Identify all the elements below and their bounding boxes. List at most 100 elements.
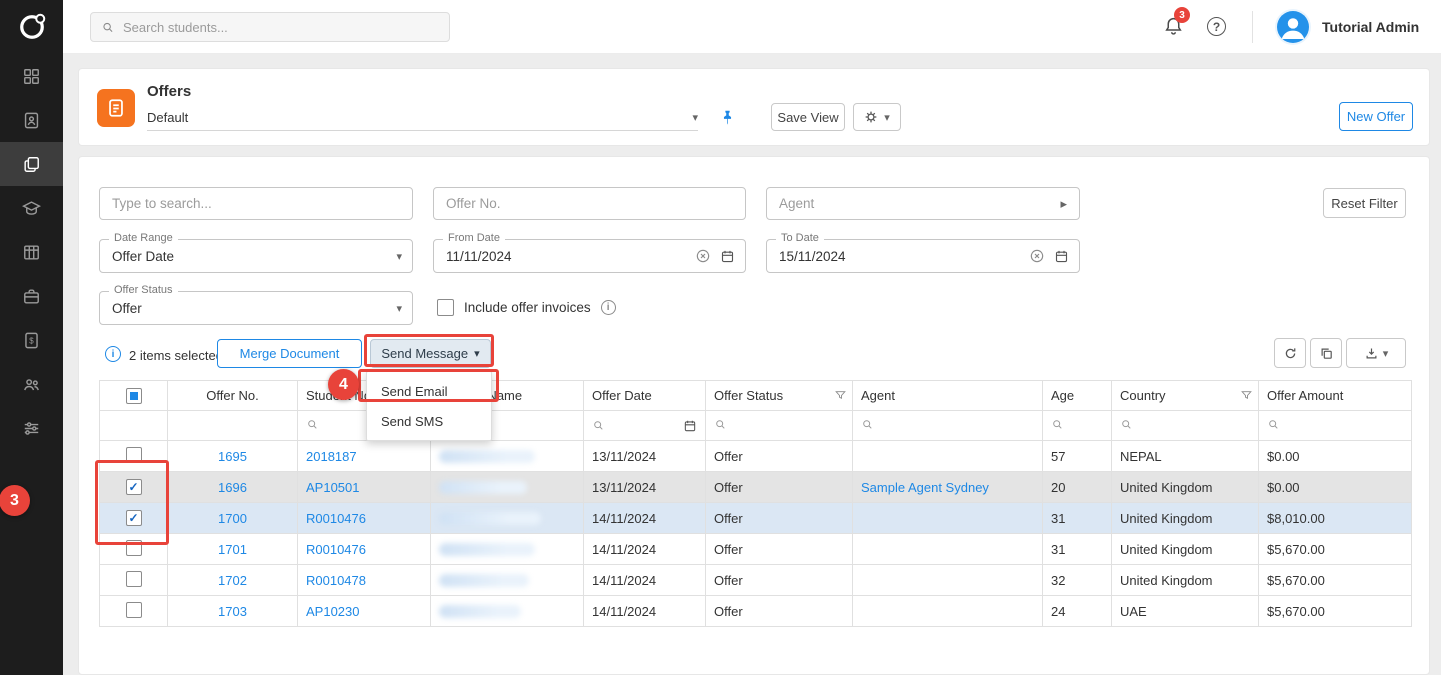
grid-search-input[interactable] <box>99 187 413 220</box>
search-icon <box>1267 418 1280 431</box>
country-cell: NEPAL <box>1112 441 1259 472</box>
col-country-label: Country <box>1120 388 1166 403</box>
student-no-link[interactable]: R0010478 <box>306 573 366 588</box>
select-all-checkbox[interactable] <box>126 388 142 404</box>
offer-no-link[interactable]: 1695 <box>218 449 247 464</box>
include-offer-invoices-label: Include offer invoices <box>464 300 591 315</box>
offer-status-select[interactable]: Offer Status Offer ▾ <box>99 291 413 325</box>
help-button[interactable]: ? <box>1207 17 1226 36</box>
student-name-redacted <box>439 543 535 556</box>
from-date-field[interactable]: From Date 11/11/2024 <box>433 239 746 273</box>
filter-offer-date[interactable] <box>584 411 706 441</box>
agent-select-placeholder: Agent <box>779 196 814 211</box>
filter-country[interactable] <box>1112 411 1259 441</box>
offer-date-cell: 14/11/2024 <box>584 534 706 565</box>
row-checkbox[interactable]: ✓ <box>126 510 142 526</box>
filter-offer-no[interactable] <box>168 411 298 441</box>
sidebar-item-courses[interactable] <box>0 186 63 230</box>
student-name-redacted <box>439 481 527 494</box>
sidebar-item-agents[interactable] <box>0 362 63 406</box>
merge-document-button[interactable]: Merge Document <box>217 339 362 368</box>
filter-offer-amount[interactable] <box>1259 411 1412 441</box>
col-agent[interactable]: Agent <box>853 381 1043 411</box>
offer-no-link[interactable]: 1702 <box>218 573 247 588</box>
offer-date-cell: 14/11/2024 <box>584 503 706 534</box>
filter-offer-status[interactable] <box>706 411 853 441</box>
table-row[interactable]: 1702R001047814/11/2024Offer32United King… <box>100 565 1412 596</box>
send-message-menu: Send Email Send SMS <box>366 371 492 441</box>
filter-agent[interactable] <box>853 411 1043 441</box>
refresh-icon <box>1283 346 1298 361</box>
calendar-icon[interactable] <box>720 249 735 264</box>
offer-no-input[interactable] <box>433 187 746 220</box>
sidebar-item-invoices[interactable]: $ <box>0 318 63 362</box>
to-date-field[interactable]: To Date 15/11/2024 <box>766 239 1080 273</box>
reset-filter-button[interactable]: Reset Filter <box>1323 188 1406 218</box>
row-checkbox[interactable] <box>126 447 142 463</box>
sidebar-item-offers[interactable] <box>0 142 63 186</box>
menu-item-send-sms[interactable]: Send SMS <box>367 406 491 436</box>
filter-icon[interactable] <box>1240 389 1253 402</box>
col-offer-no[interactable]: Offer No. <box>168 381 298 411</box>
table-row[interactable]: 1701R001047614/11/2024Offer31United King… <box>100 534 1412 565</box>
from-date-value: 11/11/2024 <box>446 240 512 272</box>
age-cell: 24 <box>1043 596 1112 627</box>
view-settings-button[interactable]: ▾ <box>853 103 901 131</box>
avatar[interactable] <box>1277 11 1309 43</box>
col-offer-date[interactable]: Offer Date <box>584 381 706 411</box>
table-columns-icon <box>22 243 41 262</box>
row-checkbox[interactable] <box>126 540 142 556</box>
col-offer-status[interactable]: Offer Status <box>706 381 853 411</box>
student-search[interactable] <box>90 12 450 42</box>
col-country[interactable]: Country <box>1112 381 1259 411</box>
table-row[interactable]: ✓1696AP1050113/11/2024OfferSample Agent … <box>100 472 1412 503</box>
offer-status-cell: Offer <box>706 503 853 534</box>
agent-link[interactable]: Sample Agent Sydney <box>861 480 989 495</box>
student-no-link[interactable]: AP10230 <box>306 604 360 619</box>
copy-grid-button[interactable] <box>1310 338 1342 368</box>
student-no-link[interactable]: R0010476 <box>306 511 366 526</box>
search-input[interactable] <box>123 20 439 35</box>
send-message-button[interactable]: Send Message ▾ <box>370 339 491 368</box>
calendar-icon[interactable] <box>1054 249 1069 264</box>
sidebar-item-products[interactable] <box>0 230 63 274</box>
clear-icon[interactable] <box>1029 248 1045 264</box>
sidebar-item-services[interactable] <box>0 274 63 318</box>
table-row[interactable]: ✓1700R001047614/11/2024Offer31United Kin… <box>100 503 1412 534</box>
sidebar-item-dashboard[interactable] <box>0 54 63 98</box>
filter-age[interactable] <box>1043 411 1112 441</box>
student-no-link[interactable]: AP10501 <box>306 480 360 495</box>
col-offer-amount[interactable]: Offer Amount <box>1259 381 1412 411</box>
offer-no-link[interactable]: 1696 <box>218 480 247 495</box>
app-logo[interactable] <box>0 0 63 54</box>
offer-no-link[interactable]: 1701 <box>218 542 247 557</box>
row-checkbox[interactable]: ✓ <box>126 479 142 495</box>
sidebar-item-contacts[interactable] <box>0 98 63 142</box>
pin-view-button[interactable] <box>719 109 736 131</box>
sidebar-item-settings[interactable] <box>0 406 63 450</box>
offer-no-link[interactable]: 1700 <box>218 511 247 526</box>
filter-icon[interactable] <box>834 389 847 402</box>
col-age[interactable]: Age <box>1043 381 1112 411</box>
row-checkbox[interactable] <box>126 571 142 587</box>
date-range-select[interactable]: Date Range Offer Date ▾ <box>99 239 413 273</box>
chevron-down-icon: ▾ <box>396 302 402 315</box>
include-offer-invoices-checkbox[interactable] <box>437 299 454 316</box>
new-offer-button[interactable]: New Offer <box>1339 102 1413 131</box>
view-selector[interactable]: Default ▾ <box>147 105 698 131</box>
table-row[interactable]: 1695201818713/11/2024Offer57NEPAL$0.00 <box>100 441 1412 472</box>
clear-icon[interactable] <box>695 248 711 264</box>
user-name[interactable]: Tutorial Admin <box>1322 19 1419 35</box>
save-view-button[interactable]: Save View <box>771 103 845 131</box>
row-checkbox[interactable] <box>126 602 142 618</box>
calendar-icon[interactable] <box>683 419 697 433</box>
topbar-divider <box>1252 11 1253 43</box>
menu-item-send-email[interactable]: Send Email <box>367 376 491 406</box>
agent-select[interactable]: Agent ▸ <box>766 187 1080 220</box>
refresh-button[interactable] <box>1274 338 1306 368</box>
student-no-link[interactable]: 2018187 <box>306 449 357 464</box>
table-row[interactable]: 1703AP1023014/11/2024Offer24UAE$5,670.00 <box>100 596 1412 627</box>
export-button[interactable]: ▾ <box>1346 338 1406 368</box>
student-no-link[interactable]: R0010476 <box>306 542 366 557</box>
offer-no-link[interactable]: 1703 <box>218 604 247 619</box>
